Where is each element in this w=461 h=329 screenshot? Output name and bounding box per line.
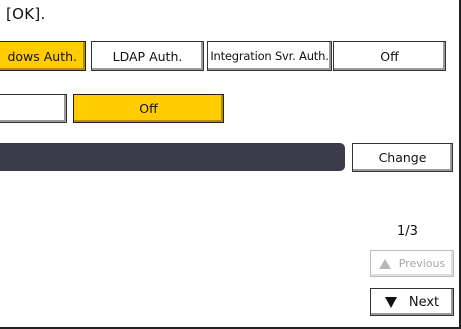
arrow-down-icon	[384, 296, 397, 308]
row2-option-button[interactable]	[0, 94, 67, 123]
ldap-auth-button[interactable]: LDAP Auth.	[91, 41, 204, 71]
page-indicator: 1/3	[397, 224, 418, 239]
setting-value-bar	[0, 143, 345, 171]
previous-button[interactable]: Previous	[370, 250, 454, 277]
integration-svr-auth-button[interactable]: Integration Svr. Auth.	[207, 41, 332, 71]
next-button[interactable]: Next	[370, 288, 454, 316]
change-button[interactable]: Change	[352, 143, 453, 172]
row2-off-button[interactable]: Off	[73, 94, 224, 123]
windows-auth-button[interactable]: dows Auth.	[0, 41, 86, 71]
next-label: Next	[408, 294, 440, 310]
previous-label: Previous	[398, 257, 446, 270]
auth-off-button[interactable]: Off	[333, 41, 446, 71]
arrow-up-icon	[378, 258, 391, 269]
instruction-text: [OK].	[6, 5, 46, 23]
